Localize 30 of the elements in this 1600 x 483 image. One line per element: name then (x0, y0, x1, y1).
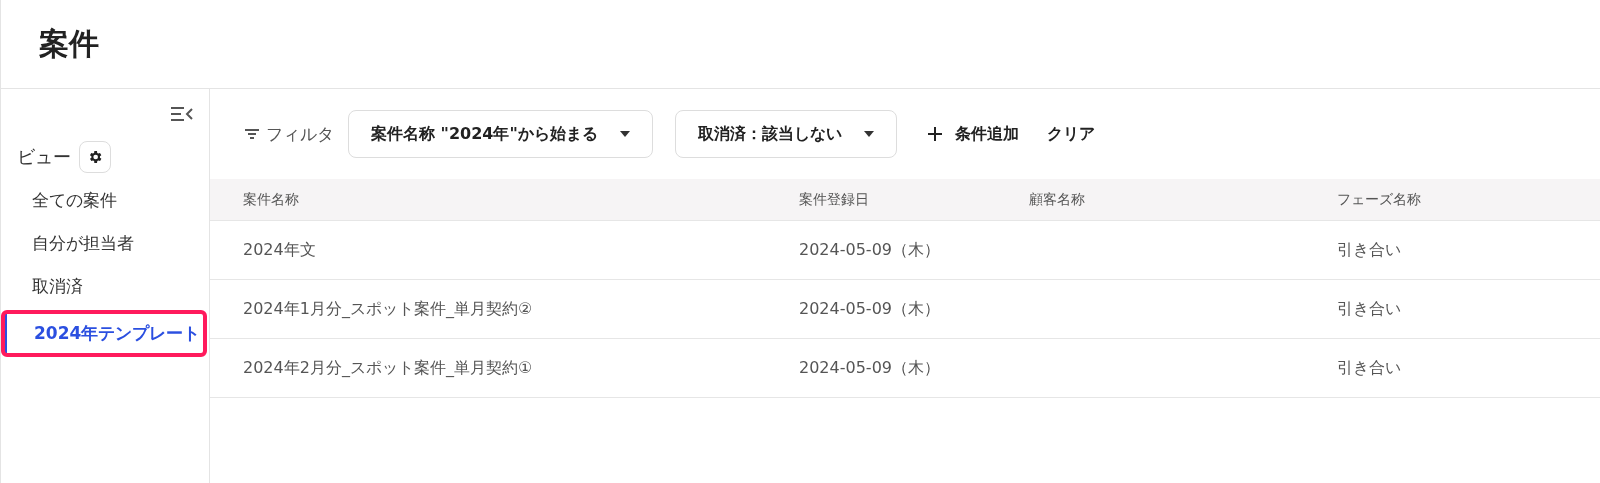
table-cell-text: 2024年文 (243, 239, 317, 261)
filter-dropdown[interactable]: 案件名称 "2024年"から始まる (348, 110, 653, 158)
view-item[interactable]: 全ての案件 (1, 179, 209, 222)
table-cell-text: 2024年2月分_スポット案件_単月契約① (243, 357, 534, 379)
view-item[interactable]: 取消済 (1, 265, 209, 308)
caret-icon (619, 131, 630, 137)
view-item[interactable]: 2024年テンプレート (3, 312, 205, 355)
table-cell-text: 引き合い (1337, 357, 1402, 379)
table-cell-text: 2024-05-09（木） (799, 357, 941, 379)
views-heading: ビュー (17, 145, 71, 169)
table-cell-text: 引き合い (1337, 298, 1402, 320)
filter-icon (244, 128, 260, 140)
filter-label: フィルタ (266, 122, 334, 146)
column-header: フェーズ名称 (1337, 190, 1422, 209)
column-header: 顧客名称 (1029, 190, 1086, 209)
gear-icon (87, 149, 103, 165)
view-item[interactable]: 自分が担当者 (1, 222, 209, 265)
column-header: 案件名称 (243, 190, 300, 209)
table-cell-text: 引き合い (1337, 239, 1402, 261)
settings-button[interactable] (79, 141, 111, 173)
table-cell-text: 2024年1月分_スポット案件_単月契約② (243, 298, 534, 320)
column-header: 案件登録日 (799, 190, 870, 209)
plus-icon (926, 126, 943, 142)
clear-button[interactable]: クリア (1038, 123, 1103, 145)
page-title: 案件 (39, 24, 99, 63)
caret-icon (863, 131, 874, 137)
table-cell-text: 2024-05-09（木） (799, 239, 941, 261)
add-condition-button[interactable]: 条件追加 (918, 123, 1027, 145)
filter-dropdown[interactable]: 取消済：該当しない (674, 110, 897, 158)
table-cell-text: 2024-05-09（木） (799, 298, 941, 320)
